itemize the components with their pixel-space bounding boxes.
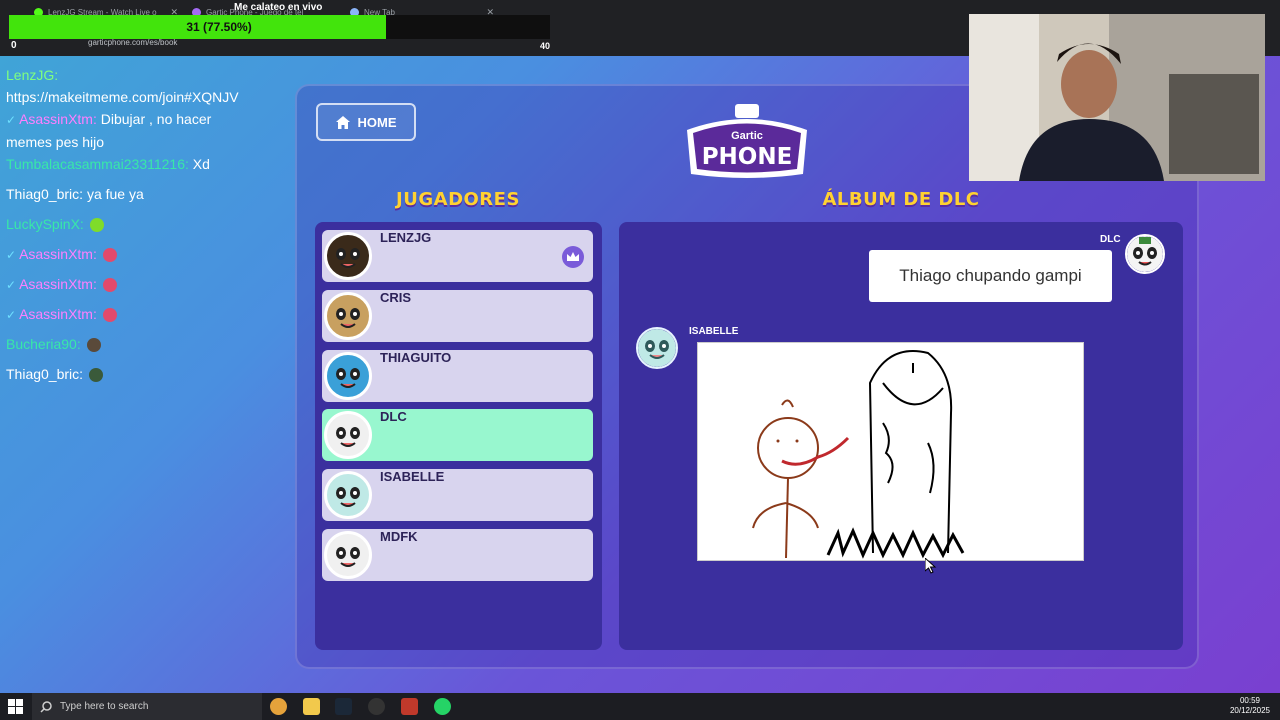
mouse-cursor-icon [925, 558, 937, 574]
player-avatar [324, 411, 372, 460]
windows-start-icon[interactable] [8, 699, 24, 715]
player-name: ISABELLE [380, 469, 445, 485]
verified-badge-icon: ✓ [6, 278, 17, 292]
stream-title: Me calateo en vivo [234, 2, 323, 13]
verified-badge-icon: ✓ [6, 113, 17, 127]
chat-username[interactable]: AsassinXtm: [19, 276, 97, 292]
drawing-author-name: ISABELLE [689, 326, 739, 337]
gartic-phone-logo: Gartic PHONE [687, 104, 807, 178]
crown-icon [562, 246, 584, 268]
phrase-author-avatar [1125, 234, 1165, 274]
chat-username[interactable]: AsassinXtm: [19, 306, 97, 322]
phrase-author-name: DLC [1100, 234, 1121, 245]
player-name: MDFK [380, 529, 418, 544]
chat-text: Xd [192, 156, 210, 172]
chat-emote-icon [89, 368, 104, 383]
verified-badge-icon: ✓ [6, 248, 17, 262]
taskbar-search-box[interactable]: Type here to search [32, 693, 262, 720]
windows-taskbar: Type here to search 00:59 20/12/2025 [0, 693, 1280, 720]
chat-username[interactable]: Tumbalacasammai23311216: [6, 156, 189, 172]
system-clock[interactable]: 00:59 20/12/2025 [1226, 696, 1274, 716]
chat-username[interactable]: AsassinXtm: [19, 111, 97, 127]
chat-message: ✓ AsassinXtm: [6, 303, 256, 333]
chat-emote-icon [102, 248, 117, 263]
player-avatar [324, 531, 372, 579]
svg-text:PHONE: PHONE [702, 144, 793, 170]
album-heading: ÁLBUM DE DLC [822, 189, 980, 210]
chat-message: Thiag0_bric: [6, 363, 256, 393]
chat-username[interactable]: LuckySpinX: [6, 216, 84, 232]
player-name: LENZJG [380, 230, 432, 245]
verified-badge-icon: ✓ [6, 308, 17, 322]
player-avatar [324, 232, 372, 280]
chrome-icon[interactable] [270, 698, 287, 715]
chat-emote-icon [89, 218, 104, 233]
chat-username[interactable]: Bucheria90: [6, 336, 81, 352]
obs-icon[interactable] [368, 698, 385, 715]
player-name: DLC [380, 409, 407, 425]
chat-message: ✓ AsassinXtm: [6, 273, 256, 303]
player-row[interactable]: DLC [322, 409, 593, 462]
chat-message: LenzJG: https://makeitmeme.com/join#XQNJ… [6, 64, 256, 108]
drawing-canvas [697, 342, 1084, 561]
chat-emote-icon [86, 338, 101, 353]
file-explorer-icon[interactable] [303, 698, 320, 715]
phrase-bubble: Thiago chupando gampi [869, 250, 1112, 302]
svg-text:Gartic: Gartic [731, 130, 763, 142]
chat-username[interactable]: AsassinXtm: [19, 246, 97, 262]
chat-username[interactable]: Thiag0_bric: [6, 366, 83, 382]
chat-username[interactable]: Thiag0_bric: [6, 186, 83, 202]
home-button[interactable]: HOME [316, 103, 416, 141]
player-name: THIAGUITO [380, 349, 452, 365]
goal-start-value: 0 [11, 40, 17, 51]
goal-progress-text: 31 (77.50%) [186, 20, 252, 34]
chat-message: Tumbalacasammai23311216: Xd [6, 153, 256, 183]
whatsapp-icon[interactable] [434, 698, 451, 715]
chat-username[interactable]: LenzJG: [6, 67, 58, 83]
stream-chat: LenzJG: https://makeitmeme.com/join#XQNJ… [6, 64, 256, 393]
chat-text: https://makeitmeme.com/join#XQNJV [6, 89, 239, 105]
player-name: CRIS [380, 289, 412, 305]
steam-icon[interactable] [335, 698, 352, 715]
chat-message: ✓ AsassinXtm: Dibujar , no hacer memes pe… [6, 108, 256, 153]
player-row[interactable]: THIAGUITO [322, 349, 593, 402]
goal-target-value: 40 [540, 41, 551, 51]
home-icon [335, 115, 350, 129]
drawing-author-avatar [636, 327, 678, 369]
chat-message: LuckySpinX: [6, 213, 256, 243]
chat-message: Bucheria90: [6, 333, 256, 363]
chat-text: ya fue ya [86, 186, 144, 202]
app-icon[interactable] [401, 698, 418, 715]
player-avatar [324, 351, 372, 400]
player-avatar [324, 291, 372, 340]
chat-emote-icon [102, 308, 117, 323]
goal-progress-bar: 31 (77.50%) [9, 15, 550, 39]
chat-message: Thiag0_bric: ya fue ya [6, 183, 256, 213]
chat-message: ✓ AsassinXtm: [6, 243, 256, 273]
player-row[interactable]: LENZJG [322, 230, 593, 282]
chat-emote-icon [102, 278, 117, 293]
player-row[interactable]: ISABELLE [322, 469, 593, 522]
player-row[interactable]: MDFK [322, 529, 593, 581]
player-row[interactable]: CRIS [322, 289, 593, 342]
webcam-overlay [969, 14, 1265, 181]
search-icon [40, 700, 52, 713]
player-avatar [324, 471, 372, 520]
players-heading: JUGADORES [396, 189, 520, 210]
